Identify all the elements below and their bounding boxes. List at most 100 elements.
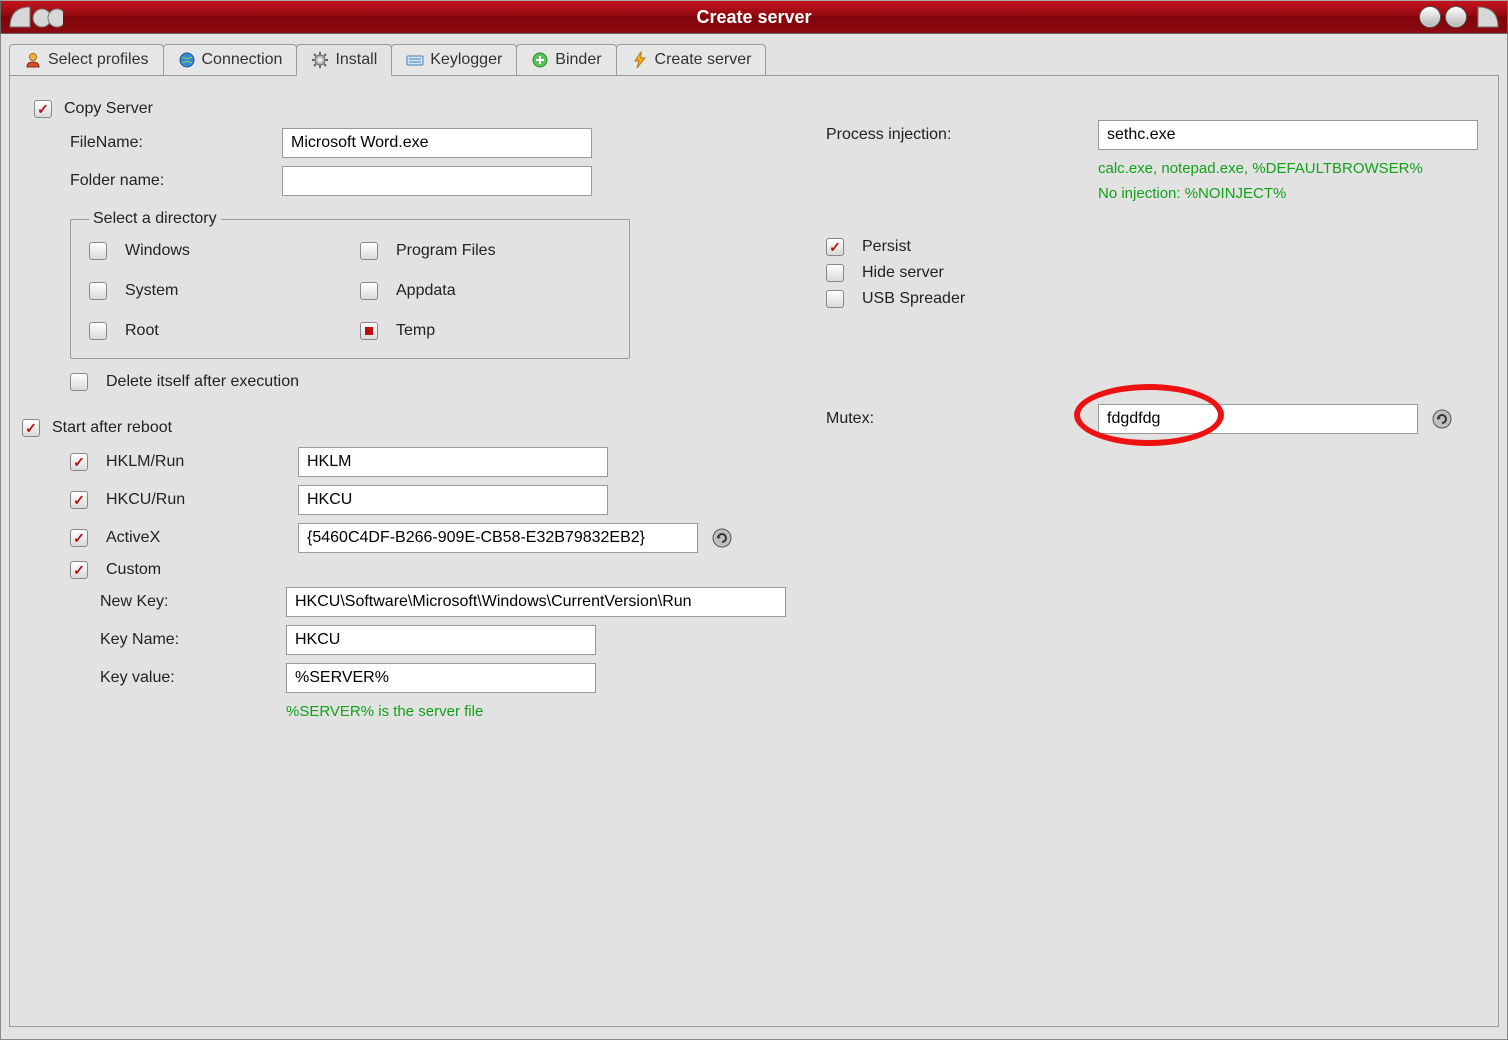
- checkbox-icon: [826, 264, 844, 282]
- dir-label: Temp: [396, 322, 435, 340]
- folder-name-label: Folder name:: [70, 172, 270, 190]
- process-injection-hint: calc.exe, notepad.exe, %DEFAULTBROWSER% …: [1098, 158, 1478, 204]
- refresh-icon: [1431, 408, 1453, 430]
- plus-circle-icon: [531, 51, 549, 69]
- copy-server-group: FileName: Folder name: Select a director…: [70, 128, 786, 391]
- titlebar-decor-left-icon: [7, 4, 63, 30]
- dir-label: Root: [125, 322, 159, 340]
- dir-label: Appdata: [396, 282, 456, 300]
- activex-regen-button[interactable]: [710, 526, 734, 550]
- checkbox-icon[interactable]: [70, 453, 88, 471]
- checkbox-icon: [70, 373, 88, 391]
- dir-option-appdata[interactable]: Appdata: [360, 282, 611, 300]
- activex-input[interactable]: [298, 523, 698, 553]
- folder-name-input[interactable]: [282, 166, 592, 196]
- tab-strip: Select profiles Connection Install Keylo…: [9, 42, 1499, 76]
- titlebar-left-buttons: [7, 4, 127, 30]
- mutex-regen-button[interactable]: [1430, 407, 1454, 431]
- hide-server-toggle[interactable]: Hide server: [826, 264, 1478, 282]
- window-root: Create server Select profiles Connection…: [0, 0, 1508, 1040]
- mutex-input[interactable]: [1098, 404, 1418, 434]
- persist-label: Persist: [862, 238, 911, 256]
- key-name-label: Key Name:: [100, 631, 274, 649]
- checkbox-icon: [22, 419, 40, 437]
- mutex-label: Mutex:: [826, 410, 1086, 428]
- titlebar-right-buttons: [1381, 4, 1501, 30]
- usb-spreader-label: USB Spreader: [862, 290, 965, 308]
- start-after-reboot-label: Start after reboot: [52, 419, 172, 437]
- persist-toggle[interactable]: Persist: [826, 238, 1478, 256]
- dir-option-temp[interactable]: Temp: [360, 322, 611, 340]
- gear-icon: [311, 51, 329, 69]
- process-injection-label: Process injection:: [826, 126, 1086, 144]
- tab-label: Binder: [555, 51, 601, 69]
- checkbox-icon[interactable]: [70, 491, 88, 509]
- key-value-label: Key value:: [100, 669, 274, 687]
- hklm-run-label: HKLM/Run: [106, 453, 286, 471]
- directory-legend: Select a directory: [89, 210, 221, 228]
- titlebar: Create server: [0, 0, 1508, 34]
- server-file-note: %SERVER% is the server file: [286, 701, 786, 722]
- activex-label: ActiveX: [106, 529, 286, 547]
- keyboard-icon: [406, 51, 424, 69]
- directory-fieldset: Select a directory Windows Program Files: [70, 210, 630, 359]
- tab-label: Select profiles: [48, 51, 149, 69]
- checkbox-icon: [360, 242, 378, 260]
- copy-server-label: Copy Server: [64, 100, 153, 118]
- minimize-button[interactable]: [1419, 6, 1441, 28]
- injection-hint-line1: calc.exe, notepad.exe, %DEFAULTBROWSER%: [1098, 158, 1478, 179]
- tab-label: Install: [335, 51, 377, 69]
- tab-label: Create server: [655, 51, 752, 69]
- new-key-input[interactable]: [286, 587, 786, 617]
- dir-option-windows[interactable]: Windows: [89, 242, 340, 260]
- injection-hint-line2: No injection: %NOINJECT%: [1098, 183, 1478, 204]
- checkbox-icon[interactable]: [70, 561, 88, 579]
- filename-input[interactable]: [282, 128, 592, 158]
- tab-connection[interactable]: Connection: [163, 44, 298, 75]
- main-panel: Select profiles Connection Install Keylo…: [0, 34, 1508, 1040]
- checkbox-icon: [89, 282, 107, 300]
- hklm-run-input[interactable]: [298, 447, 608, 477]
- delete-itself-toggle[interactable]: Delete itself after execution: [70, 373, 786, 391]
- checkbox-icon: [360, 322, 378, 340]
- window-title: Create server: [127, 7, 1381, 28]
- copy-server-toggle[interactable]: Copy Server: [34, 100, 786, 118]
- tab-select-profiles[interactable]: Select profiles: [9, 44, 164, 75]
- close-button[interactable]: [1471, 4, 1501, 30]
- right-column: Process injection: calc.exe, notepad.exe…: [826, 100, 1478, 1002]
- left-column: Copy Server FileName: Folder name: Selec…: [34, 100, 786, 1002]
- hkcu-run-label: HKCU/Run: [106, 491, 286, 509]
- tab-keylogger[interactable]: Keylogger: [391, 44, 517, 75]
- dir-option-system[interactable]: System: [89, 282, 340, 300]
- tab-binder[interactable]: Binder: [516, 44, 616, 75]
- start-after-reboot-toggle[interactable]: Start after reboot: [22, 419, 786, 437]
- tab-install[interactable]: Install: [296, 44, 392, 76]
- key-value-input[interactable]: [286, 663, 596, 693]
- tab-label: Keylogger: [430, 51, 502, 69]
- dir-option-root[interactable]: Root: [89, 322, 340, 340]
- key-name-input[interactable]: [286, 625, 596, 655]
- checkbox-icon: [826, 238, 844, 256]
- dir-label: Windows: [125, 242, 190, 260]
- checkbox-icon: [89, 322, 107, 340]
- dir-option-program-files[interactable]: Program Files: [360, 242, 611, 260]
- hkcu-run-input[interactable]: [298, 485, 608, 515]
- tab-label: Connection: [202, 51, 283, 69]
- globe-icon: [178, 51, 196, 69]
- maximize-button[interactable]: [1445, 6, 1467, 28]
- filename-label: FileName:: [70, 134, 270, 152]
- start-after-reboot-group: HKLM/Run HKCU/Run ActiveX: [70, 447, 786, 722]
- user-icon: [24, 51, 42, 69]
- checkbox-icon[interactable]: [70, 529, 88, 547]
- checkbox-icon: [89, 242, 107, 260]
- checkbox-icon: [826, 290, 844, 308]
- delete-itself-label: Delete itself after execution: [106, 373, 299, 391]
- tab-create-server[interactable]: Create server: [616, 44, 767, 75]
- usb-spreader-toggle[interactable]: USB Spreader: [826, 290, 1478, 308]
- refresh-icon: [711, 527, 733, 549]
- process-injection-input[interactable]: [1098, 120, 1478, 150]
- dir-label: System: [125, 282, 178, 300]
- custom-keys-group: New Key: Key Name: Key value: %SERVER% i…: [100, 587, 786, 722]
- checkbox-icon: [360, 282, 378, 300]
- new-key-label: New Key:: [100, 593, 274, 611]
